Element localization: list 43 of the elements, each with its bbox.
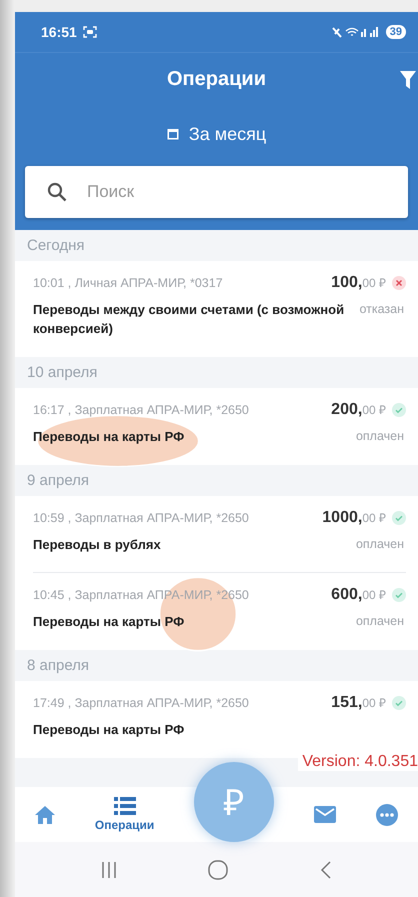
date-header: 8 апреля [26, 656, 90, 676]
list-icon [114, 797, 136, 815]
signal-icons [332, 26, 380, 38]
home-tab[interactable] [34, 806, 55, 824]
operation-row[interactable]: 10:59 , Зарплатная АПРА-МИР, *2650 1000,00 ₽ Переводы в рублях оплачен [33, 496, 406, 572]
operation-amount: 1000,00 ₽ [322, 508, 386, 527]
status-time: 16:51 [41, 24, 77, 40]
search-field[interactable]: Поиск [25, 166, 408, 218]
back-icon[interactable] [320, 860, 332, 880]
operation-amount: 100,00 ₽ [331, 274, 386, 292]
operation-title: Переводы на карты РФ [33, 721, 186, 740]
operation-amount: 200,00 ₽ [331, 400, 386, 419]
operation-status: оплачен [356, 614, 404, 628]
operation-meta: 16:17 , Зарплатная АПРА-МИР, *2650 [33, 402, 250, 417]
more-icon [376, 804, 398, 826]
operation-amount: 151,00 ₽ [331, 694, 386, 712]
operation-status: оплачен [356, 428, 404, 443]
operation-title: Переводы на карты РФ [33, 428, 186, 446]
operation-meta: 10:59 , Зарплатная АПРА-МИР, *2650 [33, 510, 250, 525]
operation-status: оплачен [356, 536, 404, 551]
page-title: Операции [167, 68, 266, 90]
date-header: 10 апреля [26, 362, 98, 383]
list-tab[interactable]: Операции [94, 797, 154, 832]
date-header: 9 апреля [26, 470, 90, 491]
operation-meta: 17:49 , Зарплатная АПРА-МИР, *2650 [33, 696, 250, 710]
operation-title: Переводы между своими счетами (с возможной конверсией) [33, 301, 346, 338]
more-tab[interactable] [376, 804, 398, 826]
operation-amount: 600,00 ₽ [331, 586, 386, 604]
battery-level: 39 [386, 25, 406, 39]
operation-status: отказан [359, 302, 404, 316]
calendar-icon [166, 128, 179, 140]
screen-record-icon [82, 26, 97, 38]
period-selector[interactable]: За месяц [160, 117, 272, 151]
operation-title: Переводы на карты РФ [33, 613, 186, 632]
home-icon [34, 806, 55, 824]
operation-title: Переводы в рублях [33, 536, 162, 554]
recents-icon[interactable] [100, 860, 117, 878]
filter-icon[interactable] [400, 71, 416, 89]
date-header: Сегодня [26, 236, 86, 256]
operation-meta: 10:01 , Личная АПРА-МИР, *0317 [33, 276, 224, 290]
mail-icon [314, 806, 336, 823]
mail-tab[interactable] [314, 806, 336, 823]
version-label: Version: 4.0.351 [298, 753, 418, 771]
